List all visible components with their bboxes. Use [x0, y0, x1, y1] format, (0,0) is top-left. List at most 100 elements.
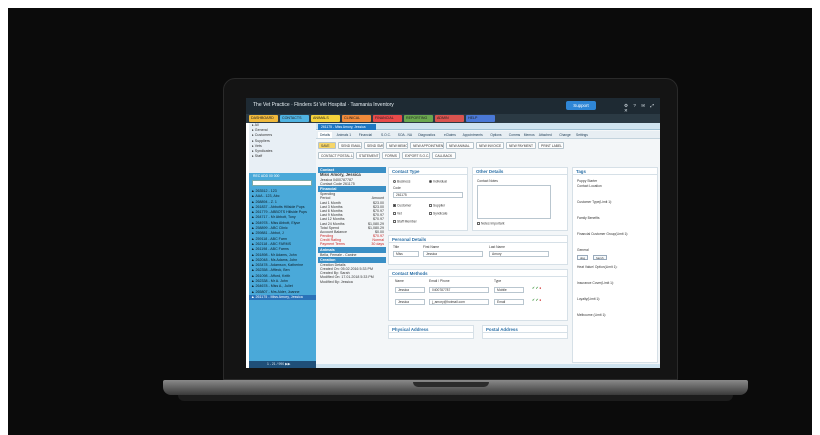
new-invoice-button[interactable]: NEW INVOICE — [476, 142, 504, 149]
contact-type-panel: Contact Type Business Individual Code 26… — [388, 167, 468, 231]
notes-important-check[interactable]: Notes Important — [477, 221, 504, 226]
method-value-field[interactable]: j_amory@hotmail.com — [429, 299, 489, 305]
contact-methods-panel: Contact Methods Name Email / Phone Type … — [388, 269, 568, 321]
check-icon[interactable]: ✔ ✔ ● — [532, 286, 541, 291]
individual-radio[interactable]: Individual — [429, 179, 447, 184]
tags-panel: Tags Puppy Starter Contact Location Custom… — [572, 167, 658, 363]
method-type-select[interactable]: Email — [494, 299, 524, 305]
statement-button[interactable]: STATEMENT — [356, 152, 380, 159]
send-email-button[interactable]: SEND EMAIL — [338, 142, 362, 149]
menu-dashboard[interactable]: DASHBOARD — [249, 115, 278, 122]
menu-admin[interactable]: ADMIN — [435, 115, 464, 122]
print-label-button[interactable]: PRINT LABEL — [538, 142, 564, 149]
customer-check[interactable]: Customer — [393, 203, 412, 208]
method-name-field[interactable]: Jessica — [395, 287, 425, 293]
physical-address-panel: Physical Address — [388, 325, 474, 339]
personal-details-header: Personal Details — [389, 236, 567, 243]
save-button[interactable]: SAVE — [318, 142, 336, 149]
list-item[interactable]: ▲ 261175 - Miss Amory, Jessica — [249, 294, 316, 301]
amount-cell: 30 days — [371, 242, 384, 247]
postal-address-header: Postal Address — [483, 326, 567, 333]
tab-details[interactable]: Details — [318, 132, 333, 138]
contact-tree: ▸ All ▸ General ▸ Customers ▸ Suppliers ▸ Ve… — [249, 123, 316, 173]
method-type-select[interactable]: Mobile — [494, 287, 524, 293]
menu-reporting[interactable]: REPORTING — [404, 115, 433, 122]
syndicate-check[interactable]: Syndicate — [429, 211, 448, 216]
col-type: Type — [494, 279, 502, 283]
code-label: Code — [393, 186, 401, 190]
tab-settings[interactable]: Settings — [576, 132, 588, 138]
record-tab-bar: 261175 - Miss Amory, Jessica — [316, 123, 660, 130]
syndicate-label: Syndicate — [433, 211, 448, 216]
tags-header: Tags — [573, 168, 657, 175]
list-pager[interactable]: 1 - 21 / 990 ▶▶ — [249, 361, 316, 368]
tab-change[interactable]: Change — [559, 132, 571, 138]
tag-group-label: Financial Customer Group(Limit 1): — [577, 232, 629, 236]
menu-clinical[interactable]: CLINICAL — [342, 115, 371, 122]
tag-chip[interactable]: harsh — [593, 255, 607, 260]
tag-chip[interactable]: dog — [577, 255, 589, 260]
tab-animals-1[interactable]: Animals 1 — [337, 132, 351, 138]
tab-options[interactable]: Options — [490, 132, 501, 138]
new-memo-button[interactable]: NEW MEMO — [386, 142, 408, 149]
tab-comms[interactable]: Comms — [509, 132, 520, 138]
contacts-sidebar: ▸ All ▸ General ▸ Customers ▸ Suppliers ▸ Ve… — [249, 123, 316, 368]
menu-financial[interactable]: FINANCIAL — [373, 115, 402, 122]
creation-details: Creation Details Created On: 05.02.2016 5… — [318, 263, 386, 284]
contact-type-header: Contact Type — [389, 168, 467, 175]
menu-animals[interactable]: ANIMALS — [311, 115, 340, 122]
export-s-o-c--button[interactable]: EXPORT S.O.C. — [402, 152, 430, 159]
postal-address-panel: Postal Address — [482, 325, 568, 339]
staff-check[interactable]: Staff Member — [393, 219, 417, 224]
title-select[interactable]: Miss — [393, 251, 419, 257]
record-tab[interactable]: 261175 - Miss Amory, Jessica — [318, 124, 376, 130]
list-header: REC ADD 00 000 — [253, 174, 280, 178]
contact-postal-label-button[interactable]: CONTACT POSTAL LABEL — [318, 152, 354, 159]
tag-group-label: Contact Location — [577, 184, 602, 188]
check-icon[interactable]: ✔ ✔ ● — [532, 298, 541, 303]
summary-column: Contact Miss Amory, Jessica Jessica 0400… — [318, 167, 386, 367]
action-toolbar: SAVE SEND EMAIL SEND SMS NEW MEMO NEW APPOIN… — [316, 140, 660, 162]
forms-button[interactable]: FORMS — [382, 152, 400, 159]
search-input[interactable] — [252, 180, 312, 186]
creation-line: Modified By: Jessica — [320, 279, 353, 284]
app-title: The Vet Practice · Flinders St Vet Hospi… — [253, 102, 394, 108]
last-name-field[interactable]: Amory — [489, 251, 549, 257]
callback-button[interactable]: CALLBACK — [432, 152, 456, 159]
first-name-field[interactable]: Jessica — [423, 251, 483, 257]
new-payment-button[interactable]: NEW PAYMENT — [506, 142, 536, 149]
vet-label: Vet — [397, 211, 402, 216]
code-field[interactable]: 261175 — [393, 192, 463, 198]
physical-address-header: Physical Address — [389, 326, 473, 333]
contact-notes-textarea[interactable] — [477, 185, 551, 219]
tab-attached[interactable]: Attached — [539, 132, 552, 138]
main-menu: DASHBOARD CONTACTS ANIMALS CLINICAL FINANCIA… — [246, 114, 660, 123]
tab-s-o-c-[interactable]: S.O.C. — [381, 132, 391, 138]
method-value-field[interactable]: 0400787787 — [429, 287, 489, 293]
tab-soa-na[interactable]: SOA - NA — [398, 132, 412, 138]
financial-rows: Last 1 Month $23.00 Last 3 Months $23.00 Las… — [318, 201, 386, 247]
tab-diagnostics[interactable]: Diagnostics — [418, 132, 435, 138]
menu-contacts[interactable]: CONTACTS — [280, 115, 309, 122]
tab-financial[interactable]: Financial — [359, 132, 372, 138]
vet-check[interactable]: Vet — [393, 211, 402, 216]
tab-memos[interactable]: Memos — [524, 132, 535, 138]
personal-details-panel: Personal Details Title Miss First Name J… — [388, 235, 568, 265]
tag-group-label: General — [577, 248, 589, 252]
tab-appointments[interactable]: Appointments — [463, 132, 483, 138]
laptop-notch — [413, 382, 489, 387]
tree-item-staff[interactable]: ▸ Staff — [249, 154, 316, 159]
business-radio[interactable]: Business — [393, 179, 410, 184]
window-controls-icon[interactable]: ⚙ ? ✉ ⤢ ✕ — [624, 103, 660, 114]
support-button[interactable]: Support — [566, 101, 596, 110]
individual-label: Individual — [433, 179, 447, 184]
tab-eclaims[interactable]: eClaims — [444, 132, 456, 138]
supplier-check[interactable]: Supplier — [429, 203, 445, 208]
menu-help[interactable]: HELP — [466, 115, 495, 122]
new-appointment-button[interactable]: NEW APPOINTMENT — [410, 142, 444, 149]
customer-label: Customer — [397, 203, 412, 208]
method-name-field[interactable]: Jessica — [395, 299, 425, 305]
send-sms-button[interactable]: SEND SMS — [364, 142, 384, 149]
tag-group-label: Insurance Cover(Limit 1): — [577, 281, 615, 285]
new-animal-button[interactable]: NEW ANIMAL — [446, 142, 474, 149]
